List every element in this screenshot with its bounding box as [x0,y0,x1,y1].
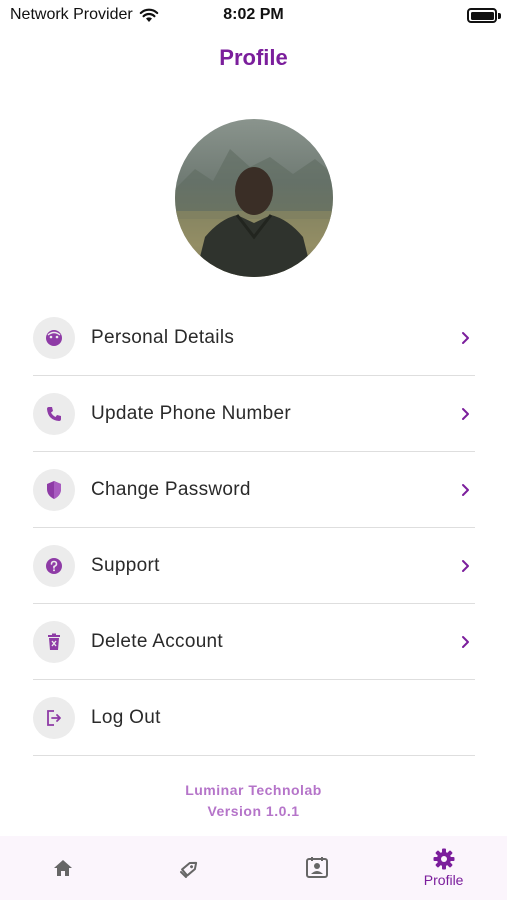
shield-icon [33,468,75,511]
tag-icon [180,861,198,878]
app-version: Version 1.0.1 [207,803,300,819]
menu-label: Change Password [91,478,251,500]
menu-item-support[interactable]: Support [33,528,475,604]
chevron-right-icon [459,635,471,649]
avatar-photo [175,149,333,277]
menu-label: Update Phone Number [91,402,292,424]
menu-item-delete-account[interactable]: Delete Account [33,604,475,680]
app-footer: Luminar Technolab Version 1.0.1 [0,780,507,822]
chevron-right-icon [459,483,471,497]
tab-profile[interactable]: Profile [380,836,507,900]
trash-icon [33,620,75,663]
face-icon [33,316,75,359]
avatar[interactable] [175,119,333,277]
page-title: Profile [219,45,288,70]
phone-icon [33,392,75,435]
chevron-right-icon [459,407,471,421]
menu-item-log-out[interactable]: Log Out [33,680,475,756]
menu-item-change-password[interactable]: Change Password [33,452,475,528]
menu-label: Support [91,554,160,576]
contact-card-icon [305,857,328,878]
battery-tip [498,13,501,19]
menu-label: Personal Details [91,326,235,348]
bottom-tab-bar: Profile [0,836,507,900]
menu-label: Log Out [91,706,161,728]
tab-contacts[interactable] [254,836,381,900]
settings-menu: Personal Details Update Phone Number Cha… [33,300,475,756]
logout-icon [33,696,75,739]
status-bar: Network Provider 8:02 PM [0,0,507,32]
company-name: Luminar Technolab [185,782,322,798]
chevron-right-icon [459,331,471,345]
tab-home[interactable] [0,836,127,900]
status-time: 8:02 PM [223,6,284,23]
chevron-right-icon [459,559,471,573]
tab-label: Profile [423,872,464,888]
menu-item-personal-details[interactable]: Personal Details [33,300,475,376]
home-icon [54,860,73,876]
menu-label: Delete Account [91,630,224,652]
battery-icon [467,8,497,23]
tab-offers[interactable] [127,836,254,900]
menu-item-update-phone[interactable]: Update Phone Number [33,376,475,452]
help-icon [33,544,75,587]
gear-icon [433,848,455,870]
